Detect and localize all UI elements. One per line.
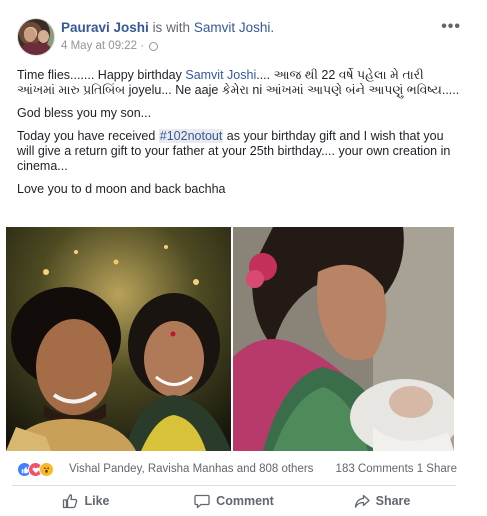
mother-baby-illustration (233, 227, 454, 451)
selfie-illustration (6, 227, 231, 451)
author-line: Pauravi Joshi is with Samvit Joshi. (61, 20, 274, 36)
tagged-user-link[interactable]: Samvit Joshi. (194, 20, 274, 35)
post-timestamp[interactable]: 4 May at 09:22 · (61, 40, 144, 52)
author-name-link[interactable]: Pauravi Joshi (61, 20, 149, 35)
post-paragraph-4: Love you to d moon and back bachha (17, 182, 226, 196)
share-button[interactable]: Share (308, 489, 456, 513)
post-body: Time flies....... Happy birthday Samvit … (17, 68, 461, 205)
with-text: is with (152, 20, 191, 35)
globe-icon (149, 41, 159, 51)
thumbs-up-icon (63, 494, 78, 509)
author-avatar[interactable] (17, 18, 55, 56)
share-label: Share (375, 494, 411, 508)
comment-label: Comment (216, 494, 274, 508)
hashtag-link[interactable]: #102notout (158, 129, 224, 143)
like-label: Like (84, 494, 110, 508)
post-header: Pauravi Joshi is with Samvit Joshi. 4 Ma… (17, 14, 477, 58)
post-paragraph-1: Time flies....... Happy birthday Samvit … (17, 68, 460, 97)
action-bar: Like Comment Share (12, 489, 456, 513)
comment-button[interactable]: Comment (160, 489, 308, 513)
divider (12, 485, 456, 486)
photo-mother-baby[interactable] (233, 227, 454, 451)
like-button[interactable]: Like (12, 489, 160, 513)
reaction-icons[interactable] (17, 462, 54, 478)
mention-link[interactable]: Samvit Joshi (185, 68, 256, 82)
post-paragraph-2: God bless you my son... (17, 106, 152, 120)
more-options-icon[interactable]: ••• (441, 18, 461, 36)
photo-grid (6, 227, 454, 451)
comment-icon (194, 494, 210, 509)
post-card: Pauravi Joshi is with Samvit Joshi. 4 Ma… (0, 0, 487, 516)
post-meta: 4 May at 09:22 · (61, 40, 159, 52)
share-icon (354, 494, 370, 508)
comment-share-counts[interactable]: 183 Comments 1 Share (336, 463, 457, 475)
post-paragraph-3: Today you have received #102notout as yo… (17, 129, 451, 173)
reactions-bar: Vishal Pandey, Ravisha Manhas and 808 ot… (17, 462, 457, 478)
photo-selfie[interactable] (6, 227, 231, 451)
wow-icon (39, 462, 54, 477)
reaction-names[interactable]: Vishal Pandey, Ravisha Manhas and 808 ot… (69, 463, 313, 475)
